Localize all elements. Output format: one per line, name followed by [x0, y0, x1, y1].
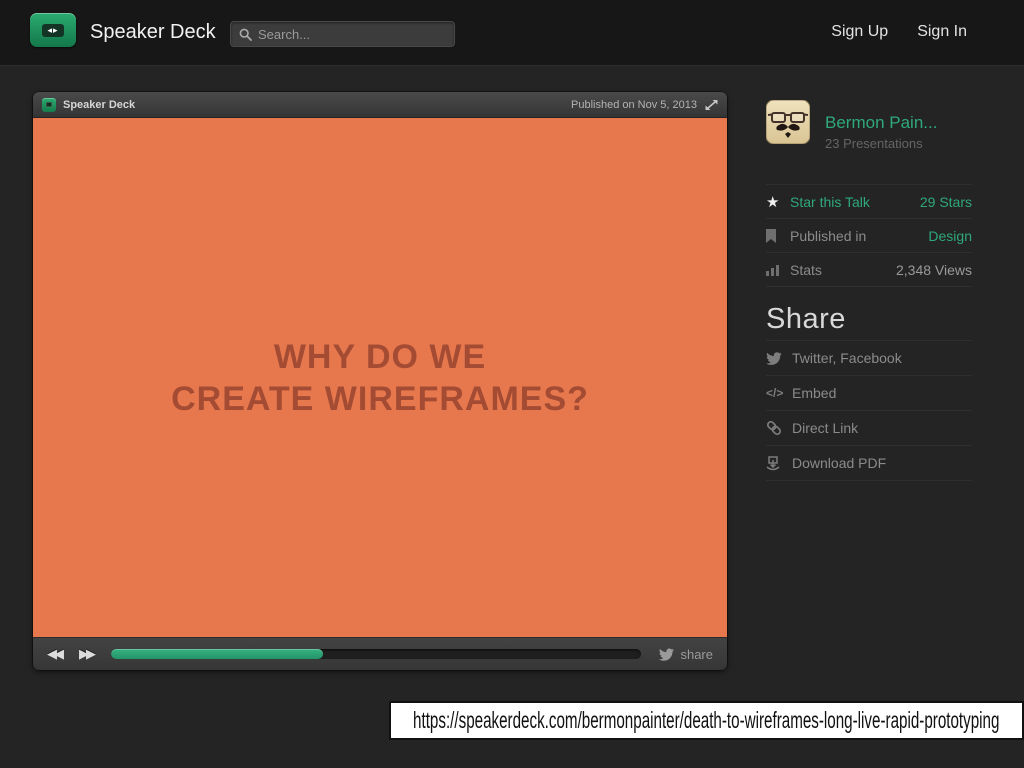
search-icon	[239, 28, 252, 41]
published-in-row[interactable]: Published in Design	[766, 219, 972, 253]
talk-stats-list: ★ Star this Talk 29 Stars Published in D…	[766, 184, 972, 287]
player-header: Speaker Deck Published on Nov 5, 2013	[33, 92, 727, 118]
player-logo-mark	[46, 102, 52, 107]
slide-canvas[interactable]: WHY DO WE CREATE WIREFRAMES?	[33, 118, 727, 637]
share-twitter-facebook-label: Twitter, Facebook	[792, 350, 902, 366]
search-box[interactable]	[230, 21, 455, 47]
share-label: share	[680, 647, 713, 662]
views-count: 2,348 Views	[896, 262, 972, 278]
twitter-icon	[659, 648, 674, 661]
fullscreen-icon[interactable]	[705, 99, 718, 111]
presentation-player: Speaker Deck Published on Nov 5, 2013 WH…	[33, 92, 727, 670]
star-icon: ★	[766, 193, 779, 211]
published-in-label: Published in	[790, 228, 866, 244]
bookmark-icon	[766, 229, 776, 243]
stats-label: Stats	[790, 262, 822, 278]
link-icon	[766, 420, 782, 436]
slide-title-line2: CREATE WIREFRAMES?	[171, 378, 589, 420]
share-twitter-facebook[interactable]: Twitter, Facebook	[766, 341, 972, 376]
sign-up-link[interactable]: Sign Up	[831, 23, 888, 41]
logo-arrows-glyph: ◂▸	[42, 24, 63, 37]
author-avatar[interactable]	[766, 100, 810, 144]
published-date: Published on Nov 5, 2013	[571, 99, 697, 111]
account-links: Sign Up Sign In	[831, 23, 967, 41]
search-input[interactable]	[258, 27, 446, 42]
slide-title-line1: WHY DO WE	[274, 336, 486, 378]
share-options-list: Twitter, Facebook </> Embed Direct Link	[766, 340, 972, 481]
progress-fill	[111, 649, 323, 659]
url-caption-bar: https://speakerdeck.com/bermonpainter/de…	[389, 701, 1024, 740]
stars-count: 29 Stars	[920, 194, 972, 210]
url-text: https://speakerdeck.com/bermonpainter/de…	[413, 707, 999, 734]
share-embed-label: Embed	[792, 385, 836, 401]
forward-button[interactable]: ▶▶	[79, 646, 93, 662]
share-heading: Share	[766, 303, 846, 336]
share-download-pdf-label: Download PDF	[792, 455, 886, 471]
category-link: Design	[928, 228, 972, 244]
tweet-share-button[interactable]: share	[659, 647, 713, 662]
brand-title[interactable]: Speaker Deck	[90, 21, 216, 44]
share-direct-link[interactable]: Direct Link	[766, 411, 972, 446]
embed-icon: </>	[766, 386, 792, 400]
player-logo-icon[interactable]	[42, 98, 56, 112]
speakerdeck-logo-icon[interactable]: ◂▸	[30, 13, 76, 47]
share-download-pdf[interactable]: Download PDF	[766, 446, 972, 481]
stats-icon	[766, 264, 779, 276]
top-navbar: ◂▸ Speaker Deck Sign Up Sign In	[0, 0, 1024, 66]
author-presentations-count: 23 Presentations	[825, 136, 923, 151]
sign-in-link[interactable]: Sign In	[917, 23, 967, 41]
download-icon	[766, 456, 780, 471]
author-name[interactable]: Bermon Pain...	[825, 113, 937, 133]
progress-bar[interactable]	[111, 649, 641, 659]
twitter-icon	[766, 352, 782, 365]
page: ◂▸ Speaker Deck Sign Up Sign In Speaker …	[0, 0, 1024, 768]
share-direct-link-label: Direct Link	[792, 420, 858, 436]
player-controls: ◀◀ ▶▶ share	[33, 637, 727, 670]
star-talk-row[interactable]: ★ Star this Talk 29 Stars	[766, 185, 972, 219]
rewind-button[interactable]: ◀◀	[47, 646, 61, 662]
share-embed[interactable]: </> Embed	[766, 376, 972, 411]
star-talk-label: Star this Talk	[790, 194, 870, 210]
player-brand-label[interactable]: Speaker Deck	[63, 99, 135, 111]
stats-row[interactable]: Stats 2,348 Views	[766, 253, 972, 287]
